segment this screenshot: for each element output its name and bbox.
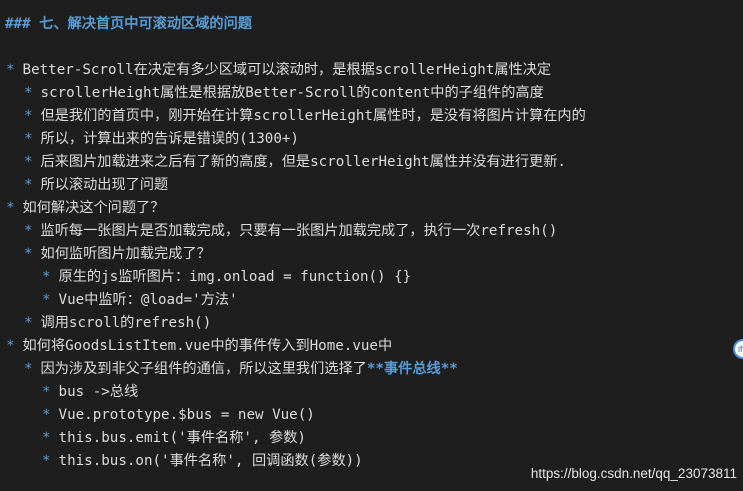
list-item-text: 如何将GoodsListItem.vue中的事件传入到Home.vue中 [22, 338, 393, 354]
list-item: * 后来图片加载进来之后有了新的高度，但是scrollerHeight属性并没有进… [24, 151, 566, 174]
bullet-marker: * [24, 177, 33, 193]
list-item: * 所以，计算出来的告诉是错误的(1300+) [24, 128, 299, 151]
list-item: * Vue.prototype.$bus = new Vue() [42, 404, 315, 427]
list-item-text: 后来图片加载进来之后有了新的高度，但是scrollerHeight属性并没有进行… [40, 154, 566, 170]
bullet-marker: * [24, 85, 33, 101]
bullet-marker: * [42, 430, 51, 446]
bullet-marker: * [6, 200, 15, 216]
bullet-marker: * [6, 338, 15, 354]
bullet-marker: * [42, 384, 51, 400]
bullet-marker: * [24, 246, 33, 262]
bullet-marker: * [24, 154, 33, 170]
list-item-text: this.bus.on('事件名称', 回调函数(参数)) [58, 453, 363, 469]
list-item-text: 原生的js监听图片：img.onload = function() {} [58, 269, 412, 285]
list-item-text: 所以滚动出现了问题 [40, 177, 169, 193]
bullet-marker: * [24, 315, 33, 331]
list-item: * 监听每一张图片是否加载完成，只要有一张图片加载完成了，执行一次refresh(… [24, 220, 557, 243]
list-item: * 原生的js监听图片：img.onload = function() {} [42, 266, 411, 289]
list-item-text: 所以，计算出来的告诉是错误的(1300+) [40, 131, 299, 147]
list-item-text: scrollerHeight属性是根据放Better-Scroll的conten… [40, 85, 544, 101]
bullet-marker: * [6, 62, 15, 78]
list-item-text: 监听每一张图片是否加载完成，只要有一张图片加载完成了，执行一次refresh() [40, 223, 558, 239]
list-item: * 如何监听图片加载完成了？ [24, 243, 211, 266]
list-item-text: this.bus.emit('事件名称', 参数) [58, 430, 306, 446]
list-item: * this.bus.emit('事件名称', 参数) [42, 427, 306, 450]
list-item: * Vue中监听：@load='方法' [42, 289, 238, 312]
watermark-url: https://blog.csdn.net/qq_23073811 [530, 466, 737, 481]
list-item-text: 如何解决这个问题了？ [22, 200, 165, 216]
bullet-marker: * [24, 223, 33, 239]
bullet-marker: * [42, 453, 51, 469]
list-item-text: 因为涉及到非父子组件的通信，所以这里我们选择了 [40, 361, 367, 377]
bullet-marker: * [42, 407, 51, 423]
bullet-marker: * [24, 108, 33, 124]
list-item: * 如何将GoodsListItem.vue中的事件传入到Home.vue中 [6, 335, 392, 358]
list-item-text: Better-Scroll在决定有多少区域可以滚动时，是根据scrollerHe… [22, 62, 552, 78]
bullet-marker: * [24, 131, 33, 147]
list-item: * scrollerHeight属性是根据放Better-Scroll的conte… [24, 82, 544, 105]
list-item-text: 但是我们的首页中，刚开始在计算scrollerHeight属性时，是没有将图片计… [40, 108, 586, 124]
list-item-text: Vue中监听：@load='方法' [58, 292, 238, 308]
list-item: * this.bus.on('事件名称', 回调函数(参数)) [42, 450, 363, 473]
markdown-editor[interactable]: ### 七、解决首页中可滚动区域的问题 * Better-Scroll在决定有多少… [0, 0, 743, 491]
list-item: * 但是我们的首页中，刚开始在计算scrollerHeight属性时，是没有将图片… [24, 105, 586, 128]
list-item: * Better-Scroll在决定有多少区域可以滚动时，是根据scrollerH… [6, 59, 551, 82]
list-item-text: bus ->总线 [58, 384, 139, 400]
list-item: * 因为涉及到非父子组件的通信，所以这里我们选择了**事件总线** [24, 358, 458, 381]
heading-line: ### 七、解决首页中可滚动区域的问题 [5, 16, 252, 32]
bullet-marker: * [42, 269, 51, 285]
list-item: * 所以滚动出现了问题 [24, 174, 168, 197]
list-item-text: 如何监听图片加载完成了？ [40, 246, 211, 262]
bullet-marker: * [24, 361, 33, 377]
list-item: * 如何解决这个问题了？ [6, 197, 164, 220]
list-item-text: 调用scroll的refresh() [40, 315, 212, 331]
list-item-text: Vue.prototype.$bus = new Vue() [58, 407, 315, 423]
list-item: * bus ->总线 [42, 381, 138, 404]
bold-markdown-text: **事件总线** [366, 361, 458, 377]
list-item: * 调用scroll的refresh() [24, 312, 211, 335]
bullet-marker: * [42, 292, 51, 308]
